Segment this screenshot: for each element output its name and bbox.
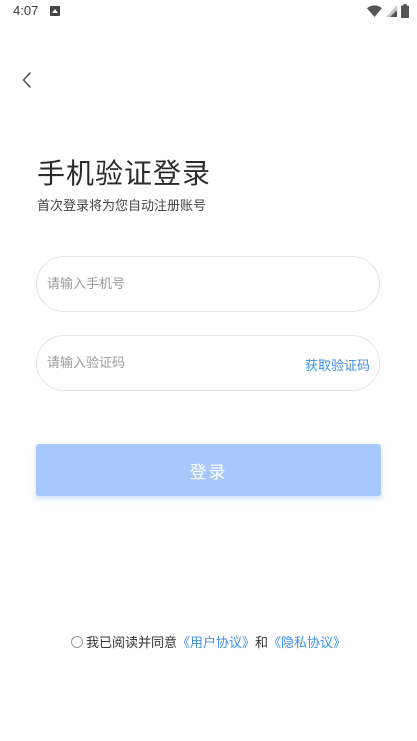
chevron-left-icon: [22, 72, 31, 88]
page-subtitle: 首次登录将为您自动注册账号: [37, 199, 207, 214]
agree-checkbox[interactable]: [70, 635, 83, 648]
status-icons: [367, 4, 409, 18]
wifi-icon: [367, 5, 382, 17]
status-time: 4:07: [13, 3, 39, 18]
privacy-policy-link[interactable]: 《隐私协议》: [268, 632, 346, 651]
battery-icon: [401, 4, 409, 18]
get-code-button[interactable]: 获取验证码: [305, 355, 370, 374]
back-button[interactable]: [16, 68, 40, 92]
status-bar: 4:07: [0, 0, 417, 24]
agreement-row: 我已阅读并同意 《用户协议》 和 《隐私协议》: [0, 632, 417, 651]
code-field[interactable]: 获取验证码: [36, 335, 380, 391]
code-input[interactable]: [47, 336, 287, 390]
phone-field[interactable]: [36, 256, 380, 312]
notification-icon: [50, 6, 60, 16]
user-agreement-link[interactable]: 《用户协议》: [177, 632, 255, 651]
signal-icon: [386, 5, 397, 17]
page-title: 手机验证登录: [37, 157, 212, 190]
agreement-prefix: 我已阅读并同意: [85, 636, 177, 651]
phone-input[interactable]: [47, 257, 367, 311]
agreement-conjunction: 和: [255, 636, 269, 651]
login-button[interactable]: 登录: [36, 444, 381, 496]
login-screen: 4:07 手机验证登录 首次登录将为您自动注册账号 获取验: [0, 0, 417, 741]
